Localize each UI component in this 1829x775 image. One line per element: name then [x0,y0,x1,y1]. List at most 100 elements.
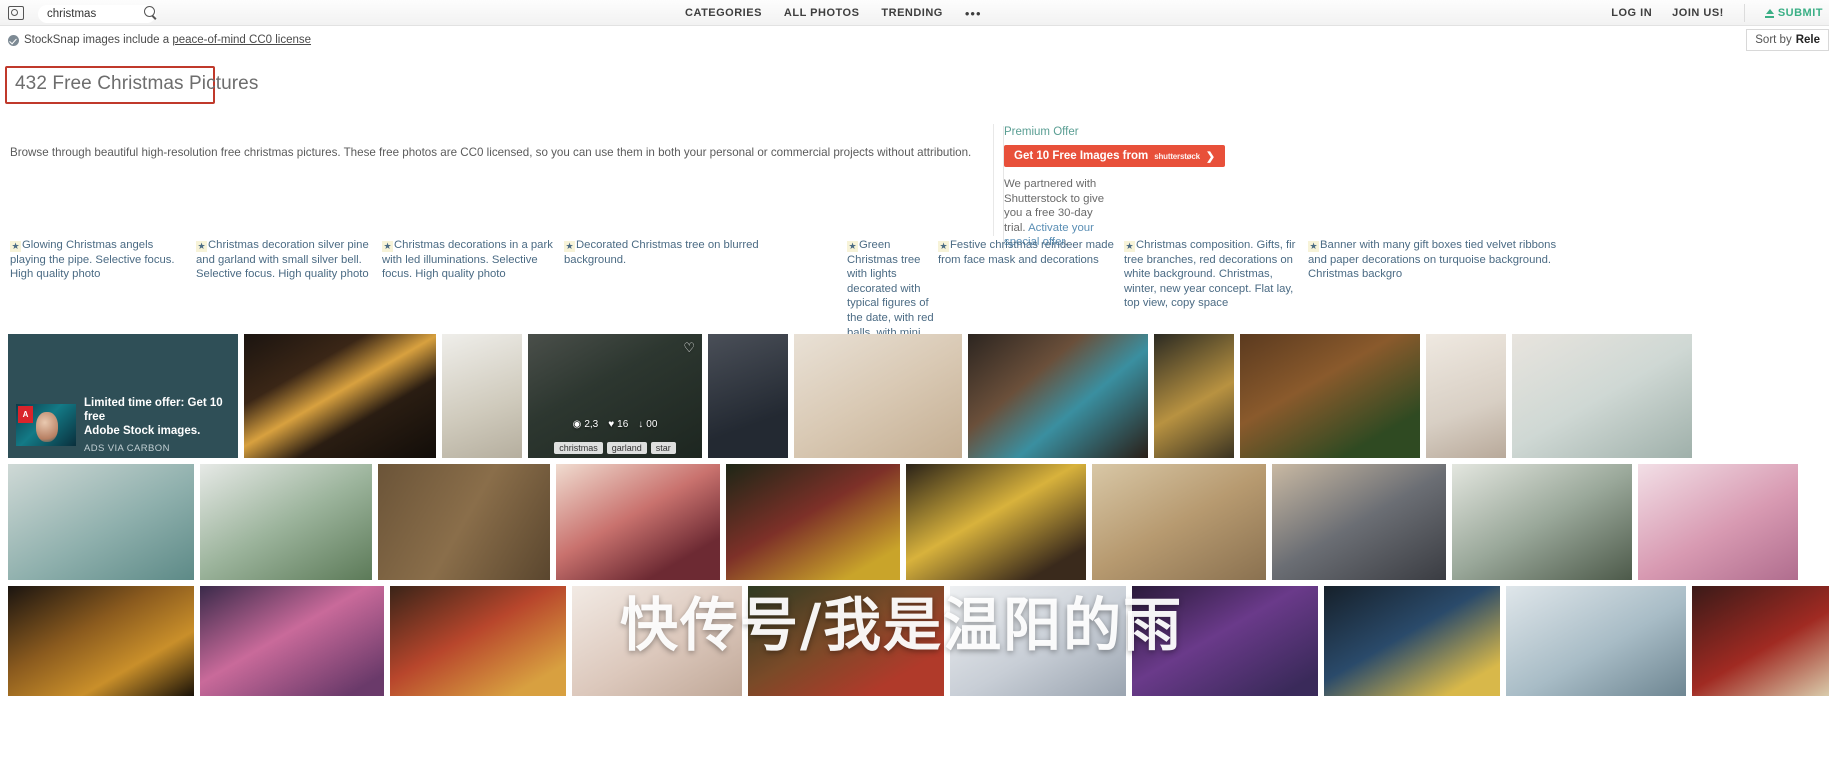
photo-image [1240,334,1420,458]
photo-thumbnail[interactable] [1272,464,1446,580]
photo-tag[interactable]: garland [606,442,647,454]
photo-thumbnail[interactable] [1512,334,1692,458]
photo-thumbnail[interactable] [708,334,788,458]
ad-banner[interactable]: A Limited time offer: Get 10 free Adobe St… [8,334,238,458]
search-input[interactable] [38,4,156,23]
photo-thumbnail[interactable] [1092,464,1266,580]
photo-image [708,334,788,458]
likes-count: 16 [617,419,629,430]
photo-thumbnail[interactable] [244,334,436,458]
broken-image-alt-text[interactable]: ★ Festive christmas reindeer made from fa… [938,238,1118,267]
more-menu-icon[interactable]: ••• [965,6,982,21]
camera-icon[interactable] [8,5,24,20]
broken-image-alt-text[interactable]: ★ Banner with many gift boxes tied velvet… [1308,238,1558,282]
photo-image [1272,464,1446,580]
photo-thumbnail[interactable] [748,586,944,696]
broken-image-alt-text[interactable]: ★ Christmas composition. Gifts, fir tree … [1124,238,1299,311]
photo-thumbnail[interactable] [390,586,566,696]
nav-link-categories[interactable]: CATEGORIES [685,7,762,19]
photo-thumbnail[interactable]: ♡ ◉ 2,3 ♥ 16 ↓ 00 christmas garland star [528,334,702,458]
nav-link-join-us[interactable]: JOIN US! [1672,7,1724,19]
broken-image-icon: ★ [1124,241,1135,252]
photo-thumbnail[interactable] [726,464,900,580]
photo-image [528,334,702,458]
photo-tag[interactable]: star [650,442,676,454]
photo-thumbnail[interactable] [906,464,1086,580]
license-text: StockSnap images include a peace-of-mind… [24,34,311,46]
alt-text-label: Christmas composition. Gifts, fir tree b… [1124,239,1296,310]
photo-thumbnail[interactable] [1240,334,1420,458]
nav-link-submit[interactable]: SUBMIT [1764,7,1823,19]
license-prefix: StockSnap images include a [24,34,173,46]
photo-thumbnail[interactable] [794,334,962,458]
license-notice-bar: StockSnap images include a peace-of-mind… [0,26,1829,54]
broken-image-icon: ★ [10,241,21,252]
alt-text-label: Glowing Christmas angels playing the pip… [10,239,175,281]
photo-thumbnail[interactable] [950,586,1126,696]
nav-link-log-in[interactable]: LOG IN [1611,7,1652,19]
account-nav-links: LOG IN JOIN US! SUBMIT [1611,0,1829,26]
photo-thumbnail[interactable] [8,464,194,580]
broken-image-alt-text[interactable]: ★ Glowing Christmas angels playing the pi… [10,238,190,282]
alt-text-label: Decorated Christmas tree on blurred back… [564,239,759,266]
photo-thumbnail[interactable] [1132,586,1318,696]
photo-grid-row-3 [0,586,1829,696]
photo-stat-likes: ♥ 16 [608,419,628,430]
photo-image [1638,464,1798,580]
photo-tag[interactable]: christmas [554,442,603,454]
shutterstock-cta-button[interactable]: Get 10 Free Images from shutterstøck ❯ [1004,145,1226,167]
views-count: 2,3 [584,419,599,430]
photo-thumbnail[interactable] [1452,464,1632,580]
submit-label: SUBMIT [1777,7,1823,19]
photo-image [1092,464,1266,580]
photo-image [390,586,566,696]
downloads-count: 00 [646,419,658,430]
photo-image [1452,464,1632,580]
photo-thumbnail[interactable] [556,464,720,580]
photo-image [200,586,384,696]
broken-image-alt-text[interactable]: ★ Christmas decoration silver pine and ga… [196,238,376,282]
license-link[interactable]: peace-of-mind CC0 license [172,34,311,46]
photo-image [8,586,194,696]
ad-headline: Limited time offer: Get 10 free [84,397,223,423]
broken-image-alt-text[interactable]: ★ Decorated Christmas tree on blurred bac… [564,238,824,267]
photo-thumbnail[interactable] [1324,586,1500,696]
sort-label: Sort by [1755,34,1792,46]
photo-thumbnail[interactable] [1426,334,1506,458]
search-icon[interactable] [144,5,155,17]
favorite-heart-icon[interactable]: ♡ [683,340,695,356]
photo-thumbnail[interactable] [378,464,550,580]
alt-text-label: Christmas decoration silver pine and gar… [196,239,369,281]
alt-text-label: Banner with many gift boxes tied velvet … [1308,239,1557,281]
photo-image [968,334,1148,458]
photo-image [244,334,436,458]
photo-image [442,334,522,458]
broken-image-icon: ★ [196,241,207,252]
photo-thumbnail[interactable] [8,586,194,696]
photo-thumbnail[interactable] [1154,334,1234,458]
nav-divider [1743,4,1745,22]
photo-image [1154,334,1234,458]
photo-thumbnail[interactable] [200,586,384,696]
nav-link-all-photos[interactable]: ALL PHOTOS [784,7,860,19]
photo-grid: A Limited time offer: Get 10 free Adobe St… [0,334,1829,696]
photo-grid-row-2 [0,464,1829,580]
top-navigation-bar: CATEGORIES ALL PHOTOS TRENDING ••• LOG I… [0,0,1829,26]
sort-dropdown[interactable]: Sort by Rele [1746,29,1829,51]
photo-thumbnail[interactable] [442,334,522,458]
premium-offer-title: Premium Offer [1004,126,1079,138]
photo-tags: christmas garland star [528,442,702,454]
photo-thumbnail[interactable] [1692,586,1829,696]
nav-link-trending[interactable]: TRENDING [881,7,942,19]
photo-thumbnail[interactable] [968,334,1148,458]
photo-image [1506,586,1686,696]
broken-image-alt-text[interactable]: ★ Christmas decorations in a park with le… [382,238,557,282]
shutterstock-logo: shutterstøck [1154,151,1200,161]
broken-image-icon: ★ [564,241,575,252]
photo-thumbnail[interactable] [572,586,742,696]
photo-thumbnail[interactable] [200,464,372,580]
photo-thumbnail[interactable] [1638,464,1798,580]
photo-thumbnail[interactable] [1506,586,1686,696]
upload-icon [1764,8,1774,18]
photo-grid-row-1: A Limited time offer: Get 10 free Adobe St… [0,334,1829,458]
